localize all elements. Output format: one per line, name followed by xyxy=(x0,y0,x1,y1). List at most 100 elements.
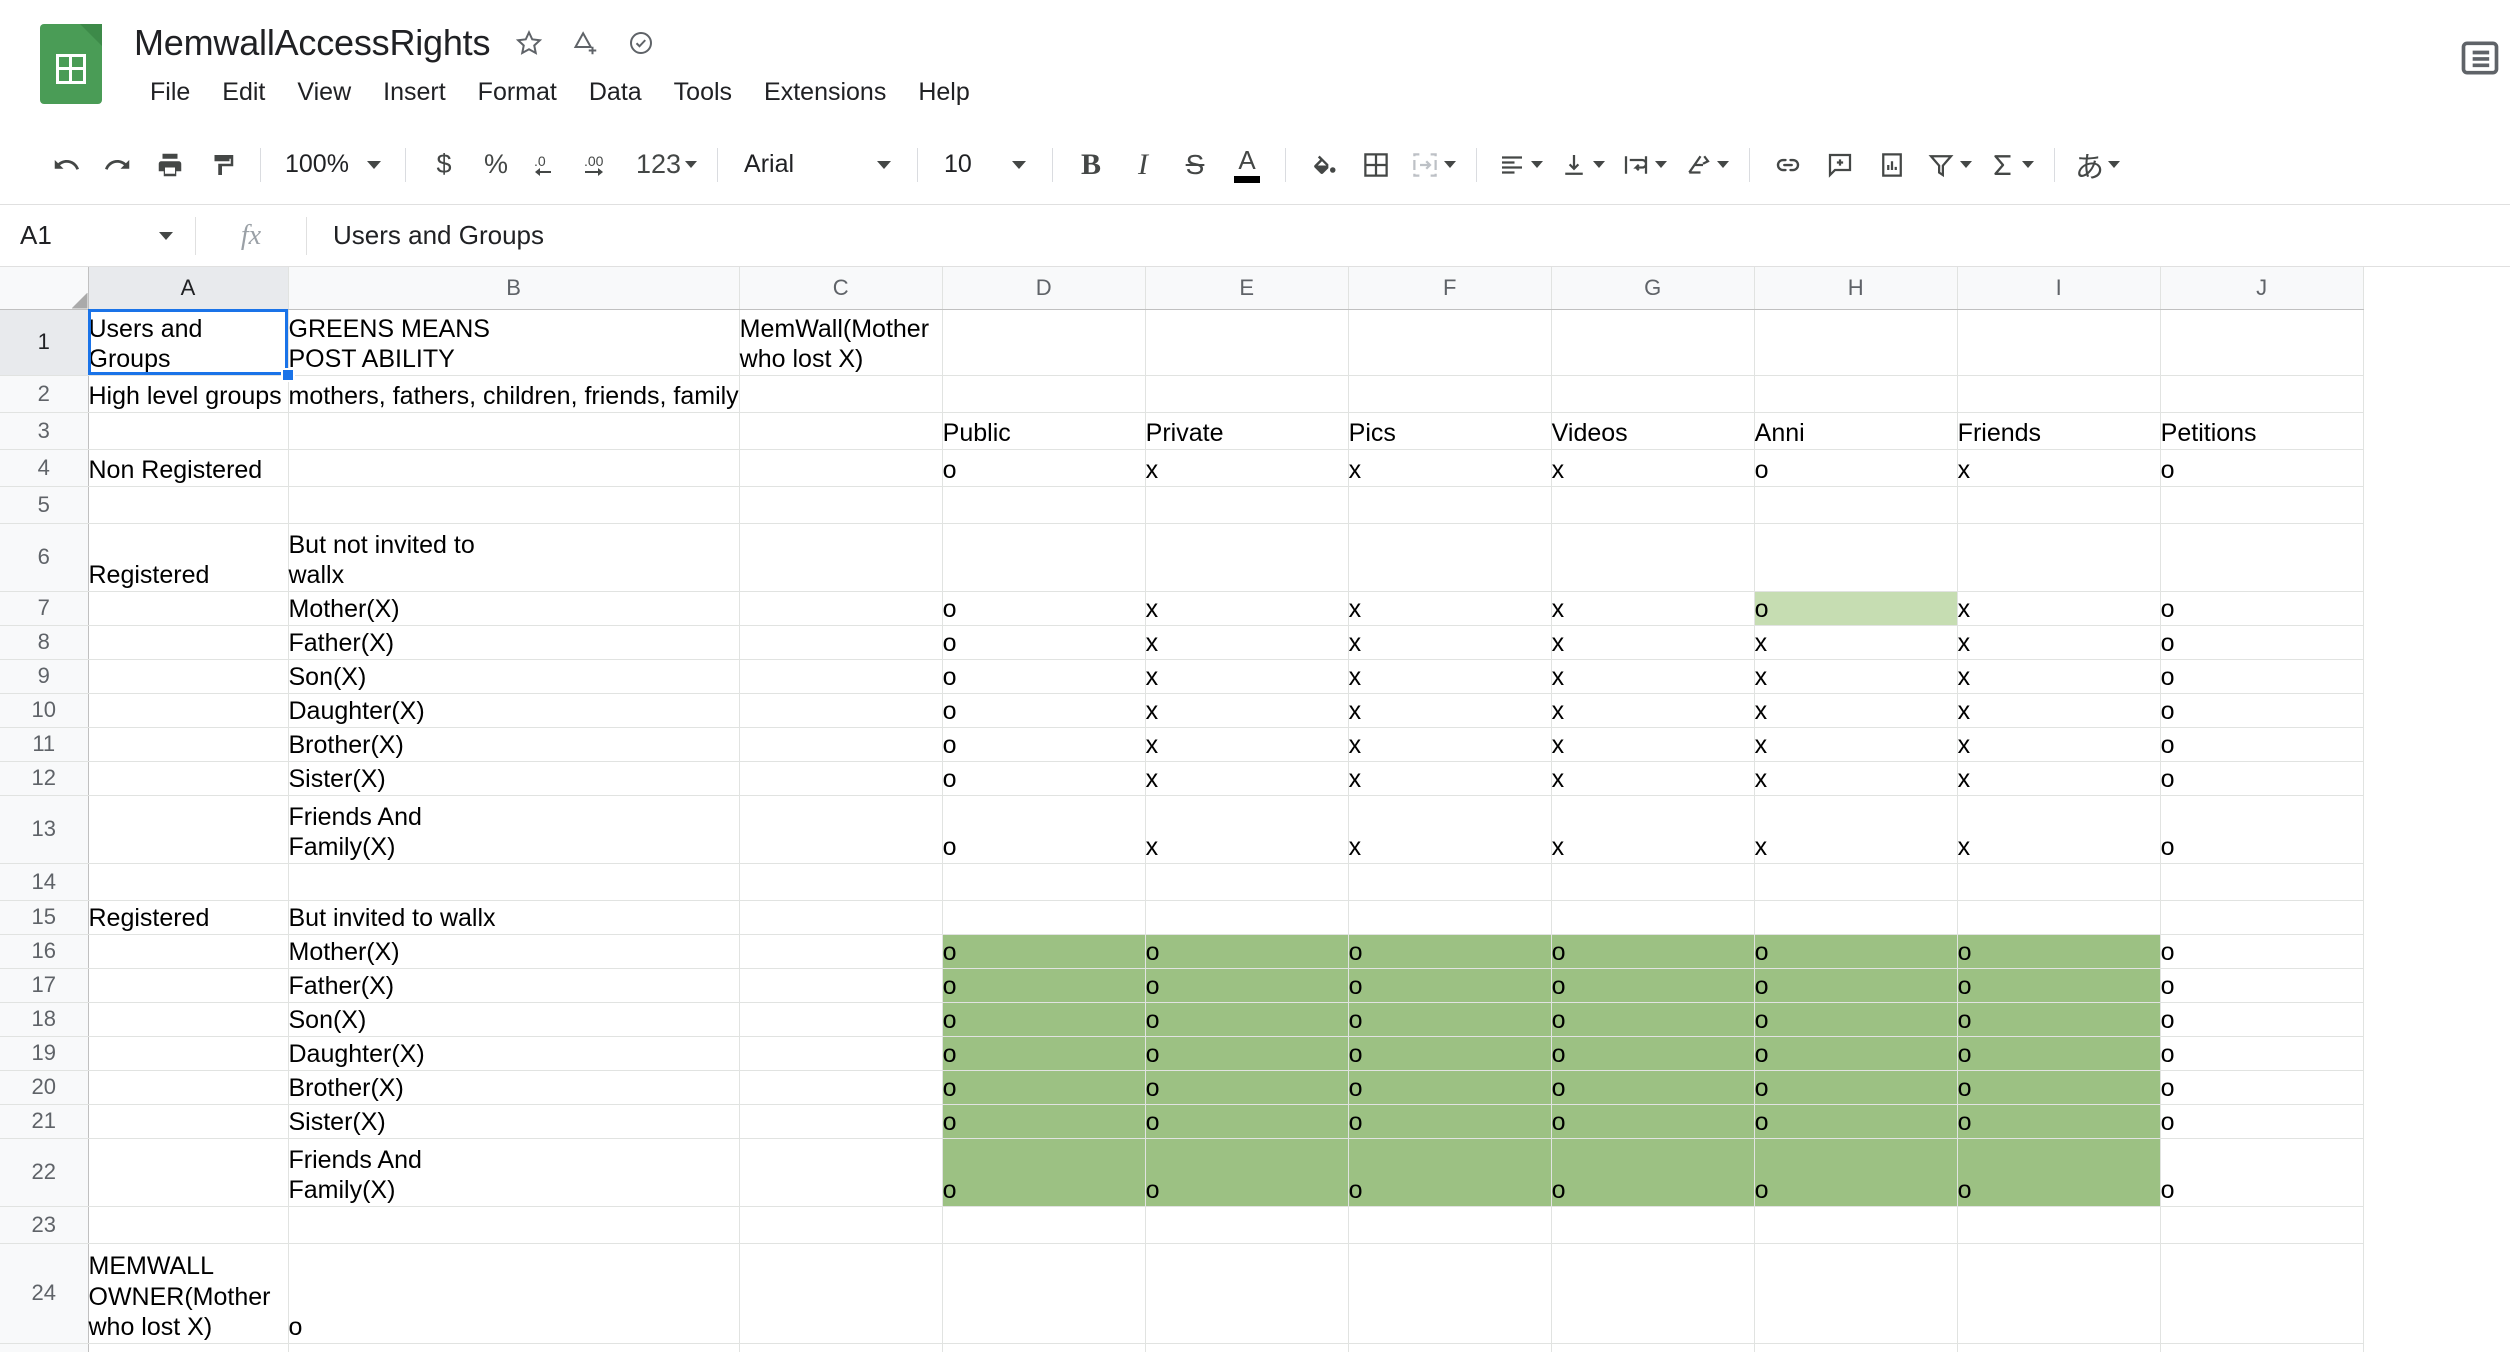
cell-i2[interactable] xyxy=(1957,375,2160,412)
horizontal-align-icon[interactable] xyxy=(1489,139,1551,191)
table-row[interactable]: 11Brother(X)oxxxxxo xyxy=(0,727,2363,761)
star-icon[interactable] xyxy=(512,26,546,60)
redo-icon[interactable] xyxy=(92,139,144,191)
cell-d22[interactable]: o xyxy=(942,1138,1145,1206)
table-row[interactable]: 8Father(X)oxxxxxo xyxy=(0,625,2363,659)
cell-h4[interactable]: o xyxy=(1754,449,1957,486)
cell-b10[interactable]: Daughter(X) xyxy=(288,693,739,727)
cell-b15[interactable]: But invited to wallx xyxy=(288,900,739,934)
table-row[interactable]: 25 xyxy=(0,1343,2363,1352)
table-row[interactable]: 19Daughter(X)ooooooo xyxy=(0,1036,2363,1070)
cell-b19[interactable]: Daughter(X) xyxy=(288,1036,739,1070)
font-family-select[interactable]: Arial xyxy=(730,139,905,191)
cell-e12[interactable]: x xyxy=(1145,761,1348,795)
cell-a11[interactable] xyxy=(88,727,288,761)
cell-e23[interactable] xyxy=(1145,1206,1348,1243)
cell-j5[interactable] xyxy=(2160,486,2363,523)
column-header-e[interactable]: E xyxy=(1145,267,1348,309)
zoom-select[interactable]: 100% xyxy=(273,139,393,191)
table-row[interactable]: 4Non Registeredoxxxoxo xyxy=(0,449,2363,486)
cell-f10[interactable]: x xyxy=(1348,693,1551,727)
paint-format-icon[interactable] xyxy=(196,139,248,191)
cell-d2[interactable] xyxy=(942,375,1145,412)
cell-a19[interactable] xyxy=(88,1036,288,1070)
column-header-i[interactable]: I xyxy=(1957,267,2160,309)
cell-b14[interactable] xyxy=(288,863,739,900)
cell-i25[interactable] xyxy=(1957,1343,2160,1352)
cell-j1[interactable] xyxy=(2160,309,2363,375)
cell-j14[interactable] xyxy=(2160,863,2363,900)
cell-c21[interactable] xyxy=(739,1104,942,1138)
cell-j23[interactable] xyxy=(2160,1206,2363,1243)
more-formats-button[interactable]: 123 xyxy=(628,139,705,191)
cell-f13[interactable]: x xyxy=(1348,795,1551,863)
cell-d5[interactable] xyxy=(942,486,1145,523)
cell-b21[interactable]: Sister(X) xyxy=(288,1104,739,1138)
table-row[interactable]: 24MEMWALL OWNER(Mother who lost X)o xyxy=(0,1243,2363,1343)
cell-i24[interactable] xyxy=(1957,1243,2160,1343)
column-header-d[interactable]: D xyxy=(942,267,1145,309)
cell-i23[interactable] xyxy=(1957,1206,2160,1243)
insert-chart-icon[interactable] xyxy=(1866,139,1918,191)
table-row[interactable]: 12Sister(X)oxxxxxo xyxy=(0,761,2363,795)
italic-button[interactable]: I xyxy=(1117,139,1169,191)
cell-f11[interactable]: x xyxy=(1348,727,1551,761)
row-header-14[interactable]: 14 xyxy=(0,863,88,900)
cell-i8[interactable]: x xyxy=(1957,625,2160,659)
cell-a3[interactable] xyxy=(88,412,288,449)
cell-d7[interactable]: o xyxy=(942,591,1145,625)
cell-f5[interactable] xyxy=(1348,486,1551,523)
cell-j17[interactable]: o xyxy=(2160,968,2363,1002)
cell-g14[interactable] xyxy=(1551,863,1754,900)
decrease-decimal-button[interactable]: .0 xyxy=(522,139,574,191)
cell-f16[interactable]: o xyxy=(1348,934,1551,968)
cell-e6[interactable] xyxy=(1145,523,1348,591)
cell-g15[interactable] xyxy=(1551,900,1754,934)
cell-h13[interactable]: x xyxy=(1754,795,1957,863)
cell-f14[interactable] xyxy=(1348,863,1551,900)
cell-e10[interactable]: x xyxy=(1145,693,1348,727)
cell-d18[interactable]: o xyxy=(942,1002,1145,1036)
row-header-7[interactable]: 7 xyxy=(0,591,88,625)
cell-j25[interactable] xyxy=(2160,1343,2363,1352)
cell-e1[interactable] xyxy=(1145,309,1348,375)
menu-item-help[interactable]: Help xyxy=(902,74,985,111)
cell-h17[interactable]: o xyxy=(1754,968,1957,1002)
cell-g8[interactable]: x xyxy=(1551,625,1754,659)
menu-item-data[interactable]: Data xyxy=(573,74,658,111)
cell-g3[interactable]: Videos xyxy=(1551,412,1754,449)
cell-f22[interactable]: o xyxy=(1348,1138,1551,1206)
menu-item-tools[interactable]: Tools xyxy=(658,74,748,111)
cell-j10[interactable]: o xyxy=(2160,693,2363,727)
cell-h8[interactable]: x xyxy=(1754,625,1957,659)
cell-j20[interactable]: o xyxy=(2160,1070,2363,1104)
cell-c14[interactable] xyxy=(739,863,942,900)
cell-i13[interactable]: x xyxy=(1957,795,2160,863)
cell-c22[interactable] xyxy=(739,1138,942,1206)
cell-h2[interactable] xyxy=(1754,375,1957,412)
table-row[interactable]: 3PublicPrivatePicsVideosAnniFriendsPetit… xyxy=(0,412,2363,449)
row-header-2[interactable]: 2 xyxy=(0,375,88,412)
cell-b12[interactable]: Sister(X) xyxy=(288,761,739,795)
row-header-25[interactable]: 25 xyxy=(0,1343,88,1352)
cell-b16[interactable]: Mother(X) xyxy=(288,934,739,968)
print-icon[interactable] xyxy=(144,139,196,191)
menu-item-format[interactable]: Format xyxy=(462,74,573,111)
cell-a2[interactable]: High level groups xyxy=(88,375,288,412)
cell-e24[interactable] xyxy=(1145,1243,1348,1343)
cell-f1[interactable] xyxy=(1348,309,1551,375)
cell-g7[interactable]: x xyxy=(1551,591,1754,625)
cell-a12[interactable] xyxy=(88,761,288,795)
table-row[interactable]: 23 xyxy=(0,1206,2363,1243)
cell-g23[interactable] xyxy=(1551,1206,1754,1243)
cell-d12[interactable]: o xyxy=(942,761,1145,795)
cell-g25[interactable] xyxy=(1551,1343,1754,1352)
cell-j22[interactable]: o xyxy=(2160,1138,2363,1206)
cell-f23[interactable] xyxy=(1348,1206,1551,1243)
cell-h10[interactable]: x xyxy=(1754,693,1957,727)
insert-comment-icon[interactable] xyxy=(1814,139,1866,191)
row-header-11[interactable]: 11 xyxy=(0,727,88,761)
cell-i11[interactable]: x xyxy=(1957,727,2160,761)
increase-decimal-button[interactable]: .00 xyxy=(574,139,628,191)
fill-color-icon[interactable] xyxy=(1298,139,1350,191)
